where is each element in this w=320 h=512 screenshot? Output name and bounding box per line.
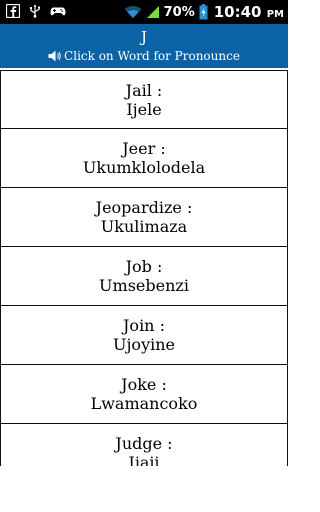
pronounce-hint-text: Click on Word for Pronounce [64,49,240,63]
english-word: Jeopardize : [95,198,193,217]
list-item[interactable]: Jeer : Ukumklolodela [0,129,288,188]
zulu-word: Ijaji [128,453,160,466]
english-word: Job : [125,257,163,276]
list-item[interactable]: Joke : Lwamancoko [0,365,288,424]
clock: 10:40 PM [213,3,284,21]
list-item[interactable]: Job : Umsebenzi [0,247,288,306]
zulu-word: Ukulimaza [100,217,188,236]
english-word: Jail : [125,81,163,100]
usb-icon [30,4,41,18]
page-title: J [140,28,147,46]
status-bar: 70% 10:40 PM [0,0,288,24]
signal-icon [146,6,159,18]
app-header: J Click on Word for Pronounce [0,24,288,68]
word-list[interactable]: Jail : Ijele Jeer : Ukumklolodela Jeopar… [0,70,288,466]
battery-percent: 70% [163,4,195,20]
zulu-word: Umsebenzi [99,276,189,295]
zulu-word: Ujoyine [112,335,175,354]
english-word: Join : [123,316,165,335]
english-word: Jeer : [122,139,166,158]
english-word: Joke : [121,375,167,394]
gamepad-icon [50,7,66,16]
english-word: Judge : [115,434,173,453]
battery-icon [199,4,208,20]
zulu-word: Ukumklolodela [82,158,206,177]
notification-icons [6,4,66,18]
system-icons: 70% 10:40 PM [124,2,284,22]
list-item[interactable]: Jail : Ijele [0,70,288,129]
wifi-icon [124,6,142,18]
list-item[interactable]: Jeopardize : Ukulimaza [0,188,288,247]
facebook-icon [6,4,20,18]
speaker-icon [48,50,61,62]
pronounce-hint: Click on Word for Pronounce [0,48,288,64]
list-item[interactable]: Join : Ujoyine [0,306,288,365]
zulu-word: Lwamancoko [90,394,198,413]
zulu-word: Ijele [126,100,162,119]
list-item[interactable]: Judge : Ijaji [0,424,288,466]
